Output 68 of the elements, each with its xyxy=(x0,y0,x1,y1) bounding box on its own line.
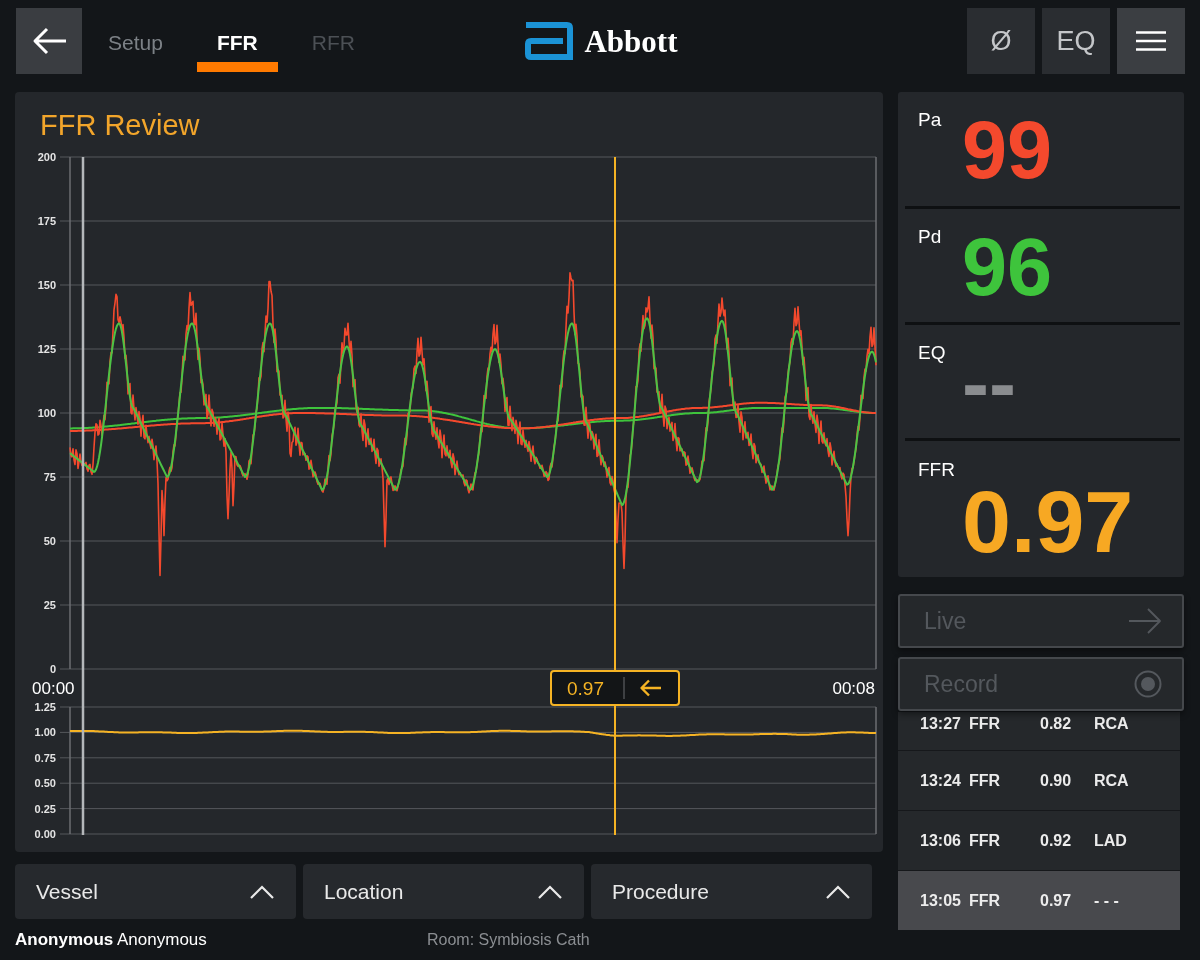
axis-tick-label: 0 xyxy=(49,663,56,675)
axis-tick-label: 0.75 xyxy=(34,751,56,764)
type-text: FFR xyxy=(969,831,1002,850)
reading-value: 0.97 xyxy=(962,478,1135,566)
toolbar-button[interactable]: EQ xyxy=(1042,8,1110,74)
arrow-left-icon xyxy=(32,27,66,55)
reading-value: 96 xyxy=(962,227,1053,314)
axis-tick-label: 0.00 xyxy=(34,828,56,840)
axis-tick-label: 50 xyxy=(43,535,56,547)
measurement-row[interactable]: 13:27 FFR 0.82 RCA xyxy=(898,712,1180,750)
room-label: Room: Symbiosis Cath xyxy=(427,929,590,950)
type-text: FFR xyxy=(969,715,1002,733)
dropdown-button[interactable]: Location xyxy=(303,864,584,919)
time-text: 13:06 xyxy=(920,831,962,850)
measurement-row[interactable]: 13:05 FFR 0.97 - - - xyxy=(898,870,1180,930)
measurement-row[interactable]: 13:24 FFR 0.90 RCA xyxy=(898,750,1180,810)
time-text: 13:05 xyxy=(920,891,962,910)
toolbar-button[interactable]: Ø xyxy=(967,8,1035,74)
cursor-value-button[interactable]: 0.97 xyxy=(550,670,680,706)
patient-name: Anonymous Anonymous xyxy=(15,928,208,951)
reading-label: EQ xyxy=(918,343,947,365)
time-axis-label: 00:08 xyxy=(832,679,875,698)
arrow-right-icon xyxy=(1129,607,1162,635)
reading-value: -- xyxy=(962,343,1016,430)
axis-tick-label: 25 xyxy=(43,599,56,611)
chevron-up-icon xyxy=(250,884,274,899)
cursor-line[interactable] xyxy=(614,156,616,836)
time-text: 13:24 xyxy=(920,771,962,790)
time-axis-label: 00:00 xyxy=(32,679,75,698)
axis-tick-label: 200 xyxy=(37,151,56,163)
dropdown-button[interactable]: Procedure xyxy=(591,864,872,919)
reading-label: Pd xyxy=(918,227,943,249)
axis-tick-label: 0.50 xyxy=(34,777,56,790)
vessel-text: RCA xyxy=(1094,715,1129,733)
menu-icon xyxy=(1136,31,1166,51)
value-text: 0.90 xyxy=(1040,771,1073,790)
arrow-left-icon xyxy=(639,679,661,697)
vessel-text: LAD xyxy=(1094,831,1127,850)
panel-title: FFR Review xyxy=(39,108,201,143)
vessel-text: - - - xyxy=(1094,891,1119,910)
axis-tick-label: 1.25 xyxy=(34,701,56,713)
axis-tick-label: 125 xyxy=(37,343,56,355)
menu-button[interactable] xyxy=(1117,8,1185,74)
reading-label: Pa xyxy=(918,110,943,132)
tab[interactable]: FFR xyxy=(196,12,278,72)
record-icon xyxy=(1134,670,1162,698)
logo-icon xyxy=(523,22,574,60)
value-text: 0.97 xyxy=(1040,891,1073,910)
vessel-text: RCA xyxy=(1094,771,1129,790)
dropdown-button[interactable]: Vessel xyxy=(15,864,296,919)
logo-wordmark: Abbott xyxy=(584,25,678,57)
reading-value: 99 xyxy=(962,110,1053,197)
tab[interactable]: Setup xyxy=(88,12,183,72)
axis-tick-label: 0.25 xyxy=(34,802,56,815)
axis-tick-label: 175 xyxy=(37,215,56,227)
axis-tick-label: 150 xyxy=(37,279,56,291)
back-button[interactable] xyxy=(16,8,82,74)
type-text: FFR xyxy=(969,771,1002,790)
reading-label: FFR xyxy=(918,460,956,479)
time-text: 13:27 xyxy=(920,715,962,733)
chevron-up-icon xyxy=(538,884,562,899)
axis-tick-label: 100 xyxy=(37,407,56,419)
type-text: FFR xyxy=(969,891,1002,910)
chevron-up-icon xyxy=(826,884,850,899)
value-text: 0.92 xyxy=(1040,831,1073,850)
axis-tick-label: 75 xyxy=(43,471,56,483)
value-text: 0.82 xyxy=(1040,715,1073,733)
axis-tick-label: 1.00 xyxy=(34,726,56,739)
